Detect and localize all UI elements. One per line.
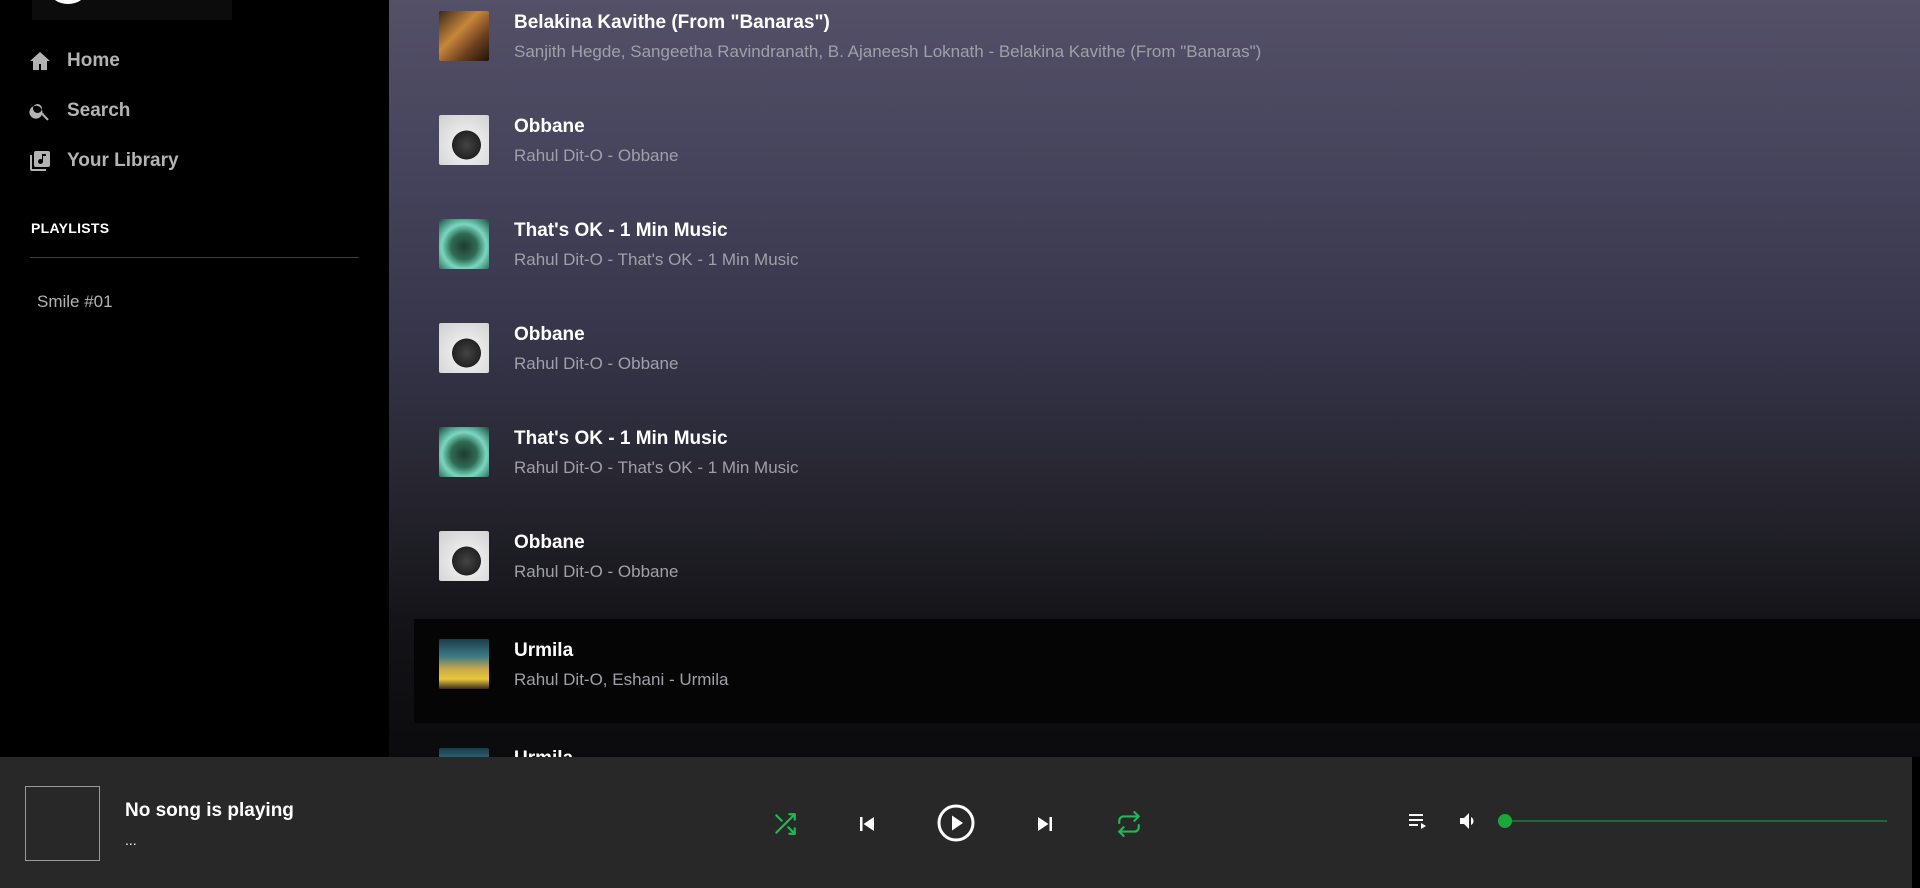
now-playing-cover <box>25 786 100 861</box>
track-row[interactable]: That's OK - 1 Min Music Rahul Dit-O - Th… <box>414 195 1920 299</box>
track-title: That's OK - 1 Min Music <box>514 428 728 449</box>
track-title: Belakina Kavithe (From "Banaras") <box>514 12 830 33</box>
track-title: Obbane <box>514 324 585 345</box>
window-edge <box>1912 757 1920 888</box>
playlist-item[interactable]: Smile #01 <box>37 292 113 312</box>
track-artists: Rahul Dit-O - Obbane <box>514 354 679 373</box>
track-artists: Sanjith Hegde, Sangeetha Ravindranath, B… <box>514 42 1262 61</box>
play-button[interactable] <box>935 802 977 844</box>
nav-item-label: Search <box>67 100 131 121</box>
now-playing-title: No song is playing <box>125 800 294 821</box>
nav-item-search[interactable]: Search <box>28 93 130 129</box>
volume-button[interactable] <box>1455 807 1483 835</box>
track-row[interactable]: Obbane Rahul Dit-O - Obbane <box>414 507 1920 611</box>
home-icon <box>30 52 50 70</box>
volume-slider-handle[interactable] <box>1498 814 1512 828</box>
album-cover <box>439 531 489 581</box>
track-row[interactable]: Obbane Rahul Dit-O - Obbane <box>414 299 1920 403</box>
track-row[interactable]: Obbane Rahul Dit-O - Obbane <box>414 91 1920 195</box>
now-playing-artist: ... <box>125 832 137 848</box>
queue-button[interactable] <box>1404 807 1432 835</box>
volume-slider[interactable] <box>1498 814 1887 828</box>
nav-item-label: Your Library <box>67 150 179 171</box>
previous-button[interactable] <box>852 809 882 839</box>
skip-previous-icon <box>860 817 874 831</box>
album-cover <box>439 748 489 757</box>
library-icon <box>30 151 50 171</box>
nav-item-library[interactable]: Your Library <box>28 143 179 179</box>
nav-item-home[interactable]: Home <box>28 43 120 79</box>
track-artists: Rahul Dit-O - That's OK - 1 Min Music <box>514 458 799 477</box>
playlists-heading: PLAYLISTS <box>31 220 110 236</box>
nav-item-label: Home <box>67 50 120 71</box>
search-icon <box>29 104 49 121</box>
album-cover <box>439 639 489 689</box>
skip-next-icon <box>1038 817 1052 831</box>
play-circle-icon <box>937 804 975 842</box>
track-title: Obbane <box>514 116 585 137</box>
shuffle-icon <box>775 813 796 835</box>
track-title: Urmila <box>514 748 573 757</box>
track-artists: Rahul Dit-O, Eshani - Urmila <box>514 670 729 689</box>
repeat-button[interactable] <box>1114 809 1144 839</box>
divider <box>30 257 359 258</box>
track-row[interactable]: Urmila <box>414 723 1920 757</box>
track-list: Belakina Kavithe (From "Banaras") Sanjit… <box>389 0 1920 757</box>
album-cover <box>439 115 489 165</box>
album-cover <box>439 219 489 269</box>
track-artists: Rahul Dit-O - Obbane <box>514 562 679 581</box>
volume-icon <box>1460 813 1474 829</box>
album-cover <box>439 427 489 477</box>
track-row[interactable]: That's OK - 1 Min Music Rahul Dit-O - Th… <box>414 403 1920 507</box>
sidebar: Home Search Your Library PLAYLISTS Smile… <box>0 0 389 757</box>
next-button[interactable] <box>1030 809 1060 839</box>
repeat-icon <box>1118 811 1140 837</box>
player-bar: No song is playing ... <box>0 757 1912 888</box>
album-cover <box>439 323 489 373</box>
shuffle-button[interactable] <box>770 809 800 839</box>
track-artists: Rahul Dit-O - That's OK - 1 Min Music <box>514 250 799 269</box>
track-title: Obbane <box>514 532 585 553</box>
queue-icon <box>1409 814 1426 829</box>
track-title: Urmila <box>514 640 574 661</box>
track-row-hovered[interactable]: Urmila Rahul Dit-O, Eshani - Urmila <box>414 619 1920 723</box>
music-app: Home Search Your Library PLAYLISTS Smile… <box>0 0 1920 888</box>
track-title: That's OK - 1 Min Music <box>514 220 728 241</box>
album-cover <box>439 11 489 61</box>
track-row[interactable]: Belakina Kavithe (From "Banaras") Sanjit… <box>414 0 1920 91</box>
track-artists: Rahul Dit-O - Obbane <box>514 146 679 165</box>
